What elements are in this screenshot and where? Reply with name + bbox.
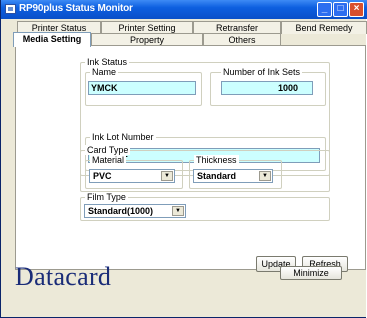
material-label: Material (90, 155, 127, 165)
tab-media-setting[interactable]: Media Setting (13, 32, 91, 47)
minimize-button[interactable]: Minimize (280, 266, 342, 280)
ink-sets-field: 1000 (221, 81, 313, 95)
card-type-legend: Card Type (85, 145, 131, 155)
material-select[interactable]: PVC ▼ (89, 169, 175, 183)
ink-status-legend: Ink Status (85, 57, 130, 67)
window-title: RP90plus Status Monitor (19, 3, 133, 14)
datacard-logo: Datacard (15, 262, 112, 291)
chevron-down-icon[interactable]: ▼ (259, 171, 271, 181)
material-value: PVC (93, 171, 112, 181)
ink-name-label: Name (90, 67, 119, 77)
film-type-value: Standard(1000) (88, 206, 154, 216)
thickness-group: Thickness Standard ▼ (189, 155, 282, 189)
film-type-group: Film Type Standard(1000) ▼ (80, 192, 330, 221)
film-type-legend: Film Type (85, 192, 128, 202)
title-bar[interactable]: RP90plus Status Monitor _ □ × (1, 0, 367, 19)
film-type-select[interactable]: Standard(1000) ▼ (84, 204, 186, 218)
ink-sets-group: Number of Ink Sets 1000 (210, 67, 326, 106)
maximize-window-button[interactable]: □ (333, 2, 348, 17)
app-icon (5, 4, 16, 14)
chevron-down-icon[interactable]: ▼ (172, 206, 184, 216)
thickness-value: Standard (197, 171, 237, 181)
chevron-down-icon[interactable]: ▼ (161, 171, 173, 181)
ink-name-group: Name YMCK (85, 67, 202, 106)
card-type-group: Card Type Material PVC ▼ Thickness Stand… (80, 145, 330, 192)
main-window: RP90plus Status Monitor _ □ × Printer St… (0, 0, 367, 318)
media-setting-panel: Ink Status Name YMCK Number of Ink Sets … (15, 45, 366, 272)
tab-bend-remedy[interactable]: Bend Remedy (281, 21, 367, 34)
close-window-button[interactable]: × (349, 2, 364, 17)
ink-name-field: YMCK (88, 81, 196, 95)
minimize-window-button[interactable]: _ (317, 2, 332, 17)
material-group: Material PVC ▼ (85, 155, 183, 189)
thickness-select[interactable]: Standard ▼ (193, 169, 273, 183)
ink-sets-label: Number of Ink Sets (221, 67, 303, 77)
ink-lot-label: Ink Lot Number (90, 132, 156, 142)
thickness-label: Thickness (194, 155, 239, 165)
